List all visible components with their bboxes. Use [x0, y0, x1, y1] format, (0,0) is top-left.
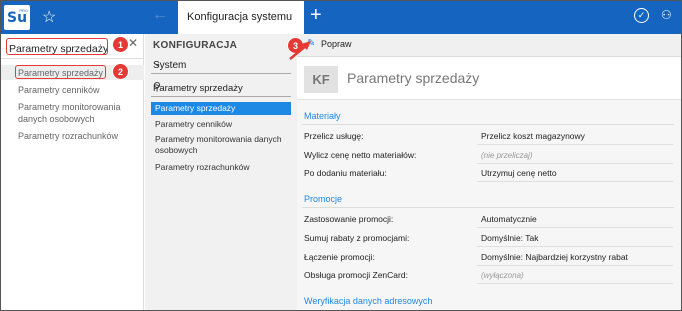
logo-sub: PRO — [19, 8, 28, 13]
config-item[interactable]: Parametry cenników — [155, 119, 232, 130]
config-panel: KONFIGURACJA System ⌄ Parametry sprzedaż… — [145, 34, 297, 310]
toolbar: ✎ Popraw — [297, 34, 681, 57]
tab-konfiguracja[interactable]: Konfiguracja systemu — [178, 1, 304, 34]
config-title: KONFIGURACJA — [153, 40, 238, 51]
tab-label: Konfiguracja systemu — [187, 11, 293, 23]
section-divider — [302, 207, 674, 208]
config-item[interactable]: Parametry monitorowania danych osobowych — [155, 134, 295, 156]
field-label: Łączenie promocji: — [304, 252, 375, 262]
search-result-item[interactable]: Parametry cenników — [18, 84, 100, 96]
section-divider — [302, 124, 674, 125]
content-panel: ✎ Popraw KF Parametry sprzedaży Materiał… — [297, 34, 681, 310]
field-value: Domyślnie: Najbardziej korzystny rabat — [481, 252, 628, 262]
star-icon[interactable]: ☆ — [42, 7, 56, 27]
annotation-badge-1: 1 — [112, 36, 129, 53]
field-label: Sumuj rabaty z promocjami: — [304, 233, 410, 243]
field-label: Obsługa promocji ZenCard: — [304, 270, 408, 280]
annotation-arrow — [289, 41, 311, 60]
module-select[interactable]: System ⌄ — [151, 58, 291, 74]
search-icon[interactable]: ⚲ — [153, 80, 289, 93]
field-value: (nie przeliczaj) — [481, 151, 533, 160]
search-result-item[interactable]: Parametry rozrachunków — [18, 130, 118, 142]
users-icon[interactable]: ⚇ — [661, 8, 672, 22]
field-label: Po dodaniu materiału: — [304, 168, 387, 178]
top-bar: Su PRO ☆ ← Konfiguracja systemu + ✓ ⚇ — [1, 1, 681, 34]
field-value: Domyślnie: Tak — [481, 233, 539, 243]
page-title: Parametry sprzedaży — [347, 70, 480, 86]
section-title: Promocje — [304, 194, 343, 204]
check-circle-icon[interactable]: ✓ — [634, 8, 649, 23]
config-item[interactable]: Parametry sprzedaży — [155, 103, 235, 114]
section-title: Weryfikacja danych adresowych — [304, 296, 433, 306]
field-label: Przelicz usługę: — [304, 131, 364, 141]
search-result-item[interactable]: Parametry sprzedaży — [18, 67, 103, 79]
field-label: Wylicz cenę netto materiałów: — [304, 150, 417, 160]
divider — [1, 58, 144, 59]
section-title: Materiały — [304, 111, 341, 121]
search-highlight — [6, 38, 108, 55]
field-value: (wyłączona) — [481, 271, 524, 280]
field-underline — [477, 227, 673, 228]
app-window: Su PRO ☆ ← Konfiguracja systemu + ✓ ⚇ ✕ … — [0, 0, 682, 311]
field-underline — [477, 265, 673, 266]
field-label: Zastosowanie promocji: — [304, 214, 394, 224]
field-underline — [477, 283, 673, 284]
close-icon[interactable]: ✕ — [128, 36, 138, 50]
chevron-down-icon: ⌄ — [153, 58, 162, 69]
app-logo[interactable]: Su PRO — [4, 5, 30, 30]
field-value: Przelicz koszt magazynowy — [481, 131, 585, 141]
field-underline — [477, 181, 673, 182]
page-header: KF Parametry sprzedaży — [297, 57, 681, 100]
plus-icon[interactable]: + — [310, 4, 322, 27]
config-search-input[interactable]: Parametry sprzedaży ⚲ — [151, 81, 291, 97]
field-value: Utrzymuj cenę netto — [481, 168, 557, 178]
search-result-item[interactable]: Parametry monitorowania danych osobowych — [18, 101, 136, 125]
field-underline — [477, 144, 673, 145]
back-arrow-icon[interactable]: ← — [152, 6, 168, 24]
field-underline — [477, 246, 673, 247]
annotation-badge-2: 2 — [112, 63, 129, 80]
field-underline — [477, 163, 673, 164]
field-value: Automatycznie — [481, 214, 537, 224]
config-item[interactable]: Parametry rozrachunków — [155, 162, 249, 173]
